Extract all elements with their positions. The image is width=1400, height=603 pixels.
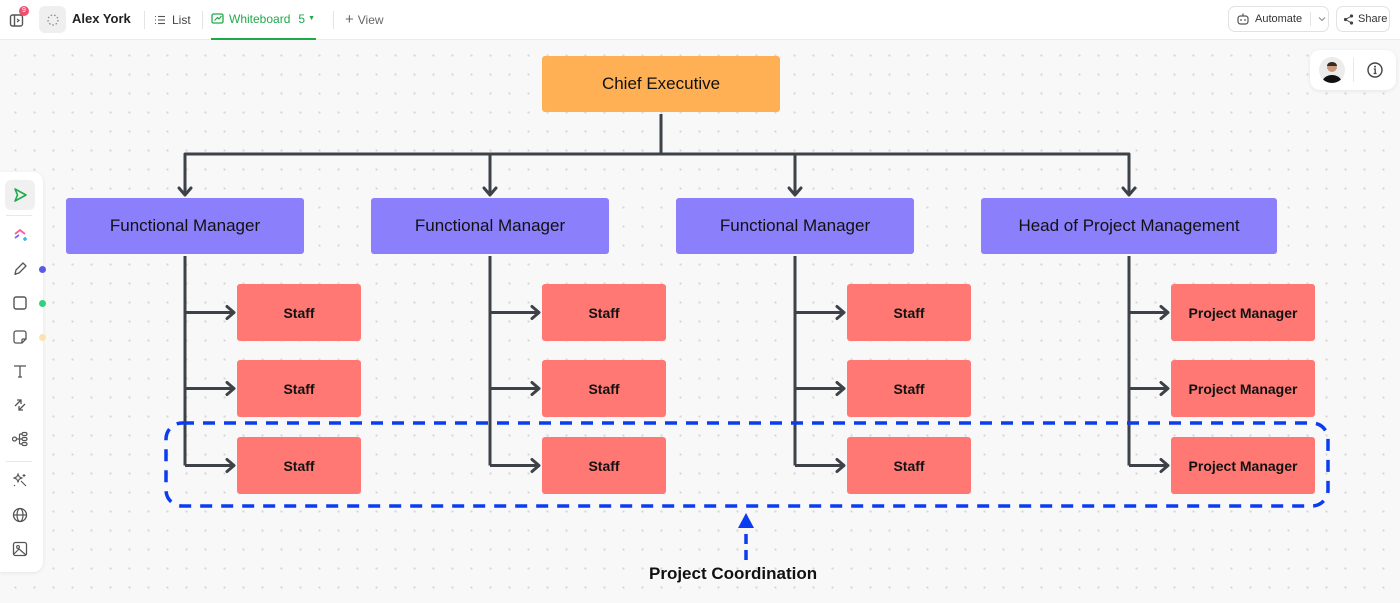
shape-tool[interactable] (5, 288, 35, 318)
globe-icon (12, 507, 28, 523)
report-node-label: Project Manager (1188, 304, 1298, 321)
chief-executive-node[interactable]: Chief Executive (542, 56, 780, 112)
report-node[interactable]: Staff (542, 284, 666, 341)
user-avatar[interactable] (1319, 57, 1345, 83)
tab-whiteboard-label: Whiteboard (229, 11, 291, 26)
loading-spinner-icon (46, 13, 59, 26)
share-label: Share (1358, 13, 1388, 25)
sticky-note-icon (13, 330, 27, 344)
report-node-label: Staff (893, 457, 925, 474)
divider (144, 11, 145, 29)
info-icon (1367, 62, 1383, 78)
group-label[interactable]: Project Coordination (649, 564, 817, 584)
chevron-down-icon: ▼ (308, 15, 315, 22)
report-node-label: Project Manager (1188, 457, 1298, 474)
robot-icon (1237, 13, 1249, 25)
automate-button[interactable]: Automate (1228, 6, 1329, 32)
view-count: 5 (298, 11, 306, 26)
pen-color-dot[interactable] (39, 266, 46, 273)
report-node[interactable]: Project Manager (1171, 284, 1315, 341)
top-bar: 9 Alex York List Whiteboard 5 ▼ + View A… (0, 0, 1400, 40)
sticky-note-tool[interactable] (5, 322, 35, 352)
report-node[interactable]: Staff (847, 284, 971, 341)
report-node[interactable]: Project Manager (1171, 437, 1315, 494)
shape-color-dot[interactable] (39, 300, 46, 307)
sticky-color-dot[interactable] (39, 334, 46, 341)
manager-node-label: Functional Manager (414, 216, 566, 235)
report-node[interactable]: Project Manager (1171, 360, 1315, 417)
list-icon (155, 15, 165, 24)
text-icon (14, 365, 26, 378)
manager-node[interactable]: Functional Manager (66, 198, 304, 254)
mind-map-tool[interactable] (5, 424, 35, 454)
collaborators-panel (1310, 50, 1396, 90)
divider (333, 11, 334, 29)
user-avatar-icon (1322, 62, 1342, 83)
add-view-label: View (357, 12, 384, 27)
whiteboard-icon (211, 13, 224, 24)
magic-wand-icon (12, 472, 27, 487)
text-tool[interactable] (5, 356, 35, 386)
add-view-button[interactable]: + View (345, 0, 384, 40)
report-node[interactable]: Staff (847, 360, 971, 417)
report-node[interactable]: Staff (542, 437, 666, 494)
pen-icon (14, 262, 27, 276)
manager-node-label: Functional Manager (719, 216, 871, 235)
embed-tool[interactable] (5, 500, 35, 530)
chief-executive-node-label: Chief Executive (601, 74, 721, 93)
mind-map-icon (11, 431, 28, 447)
report-node-label: Project Manager (1188, 380, 1298, 397)
manager-node[interactable]: Functional Manager (371, 198, 609, 254)
report-node-label: Staff (588, 304, 620, 321)
report-node[interactable]: Staff (542, 360, 666, 417)
image-icon (12, 541, 28, 557)
connector-arrows-icon (14, 399, 26, 411)
divider (202, 11, 203, 29)
cursor-arrow-icon (14, 188, 27, 202)
report-node-label: Staff (283, 304, 315, 321)
ai-shapes-tool[interactable] (5, 220, 35, 250)
manager-node-label: Head of Project Management (1018, 216, 1240, 235)
manager-node[interactable]: Functional Manager (676, 198, 914, 254)
report-node-label: Staff (893, 304, 925, 321)
share-icon (1343, 13, 1354, 25)
report-node-label: Staff (588, 457, 620, 474)
divider (6, 215, 32, 216)
tab-whiteboard[interactable]: Whiteboard 5 ▼ (211, 0, 316, 40)
info-button[interactable] (1364, 59, 1386, 81)
report-node-label: Staff (283, 380, 315, 397)
automate-label: Automate (1255, 13, 1303, 25)
pen-tool[interactable] (5, 254, 35, 284)
square-icon (13, 296, 27, 310)
report-node[interactable]: Staff (237, 360, 361, 417)
notification-badge: 9 (19, 5, 29, 16)
chevron-down-icon[interactable] (1317, 14, 1327, 24)
tab-list[interactable]: List (154, 0, 191, 40)
workspace-avatar[interactable] (39, 6, 66, 33)
report-node[interactable]: Staff (847, 437, 971, 494)
report-node-label: Staff (283, 457, 315, 474)
select-tool[interactable] (5, 180, 35, 210)
divider (1353, 58, 1354, 82)
sidebar-toggle-button[interactable]: 9 (8, 0, 29, 40)
report-node-label: Staff (893, 380, 925, 397)
report-node[interactable]: Staff (237, 437, 361, 494)
divider (1310, 12, 1312, 26)
share-button[interactable]: Share (1336, 6, 1390, 32)
image-tool[interactable] (5, 534, 35, 564)
clickup-ai-icon (14, 228, 27, 241)
workspace-name: Alex York (72, 11, 131, 26)
report-node[interactable]: Staff (237, 284, 361, 341)
plus-icon: + (345, 11, 354, 28)
left-toolbar (0, 172, 46, 572)
connector-tool[interactable] (5, 390, 35, 420)
manager-node[interactable]: Head of Project Management (981, 198, 1277, 254)
report-node-label: Staff (588, 380, 620, 397)
magic-tool[interactable] (5, 465, 35, 495)
divider (6, 461, 32, 462)
tab-list-label: List (172, 12, 191, 27)
manager-node-label: Functional Manager (109, 216, 261, 235)
